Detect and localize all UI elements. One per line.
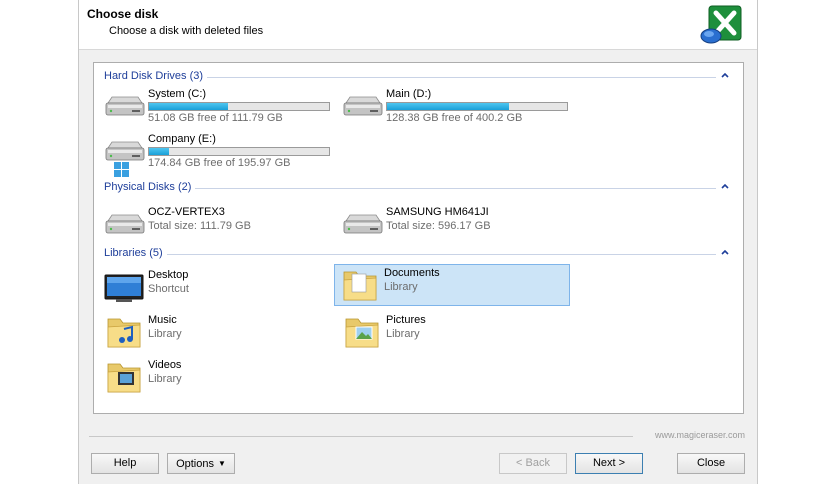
magic-eraser-logo-icon	[700, 5, 742, 44]
disk-list-panel: Hard Disk Drives (3) System (C:) 51.08 G…	[93, 62, 744, 414]
library-type: Shortcut	[148, 283, 189, 295]
drive-usage-bar	[148, 147, 330, 156]
group-divider	[104, 254, 716, 255]
physical-disk-samsung-hm641ji[interactable]: SAMSUNG HM641JI Total size: 596.17 GB	[336, 203, 572, 245]
library-type: Library	[384, 281, 418, 293]
close-button[interactable]: Close	[677, 453, 745, 474]
chevron-up-icon[interactable]	[720, 247, 730, 257]
folder-icon	[338, 268, 382, 302]
disk-name: OCZ-VERTEX3	[148, 206, 225, 218]
filecr-watermark	[102, 161, 144, 183]
library-item-desktop[interactable]: Desktop Shortcut	[98, 266, 334, 308]
hard-drive-icon	[102, 207, 146, 241]
filecr-logo-icon	[114, 162, 129, 177]
hard-drive-icon	[340, 89, 384, 123]
drive-usage-fill	[387, 103, 510, 110]
group-header-libraries[interactable]: Libraries (5)	[104, 247, 732, 261]
drive-name: Company (E:)	[148, 133, 216, 145]
next-button[interactable]: Next >	[575, 453, 643, 474]
library-item-pictures[interactable]: Pictures Library	[336, 311, 572, 353]
library-type: Library	[148, 328, 182, 340]
choose-disk-window: Choose disk Choose a disk with deleted f…	[78, 0, 758, 484]
disk-name: SAMSUNG HM641JI	[386, 206, 489, 218]
drive-item-main-d[interactable]: Main (D:) 128.38 GB free of 400.2 GB	[336, 85, 572, 127]
group-header-hard-disk-drives[interactable]: Hard Disk Drives (3)	[104, 70, 732, 84]
library-name: Videos	[148, 359, 182, 371]
group-header-physical-disks[interactable]: Physical Disks (2)	[104, 181, 732, 195]
music-folder-icon	[102, 315, 146, 349]
hard-drive-icon	[340, 207, 384, 241]
hard-drive-icon	[102, 89, 146, 123]
library-name: Desktop	[148, 269, 189, 281]
drive-name: System (C:)	[148, 88, 207, 100]
drive-usage-fill	[149, 148, 169, 155]
monitor-icon	[104, 274, 144, 302]
library-item-music[interactable]: Music Library	[98, 311, 334, 353]
dropdown-arrow-icon: ▼	[218, 459, 226, 468]
help-button[interactable]: Help	[91, 453, 159, 474]
page-subtitle: Choose a disk with deleted files	[109, 25, 264, 37]
chevron-up-icon[interactable]	[720, 181, 730, 191]
options-label: Options	[176, 458, 214, 470]
drive-usage-bar	[148, 102, 330, 111]
group-title: Hard Disk Drives (3)	[104, 70, 208, 82]
pictures-folder-icon	[340, 315, 384, 349]
library-type: Library	[148, 373, 182, 385]
drive-name: Main (D:)	[386, 88, 432, 100]
chevron-up-icon[interactable]	[720, 70, 730, 80]
website-label: www.magiceraser.com	[654, 430, 745, 440]
group-divider	[104, 188, 716, 189]
footer-divider	[89, 436, 633, 437]
group-title: Libraries (5)	[104, 247, 167, 259]
page-title: Choose disk	[87, 7, 159, 21]
library-name: Music	[148, 314, 177, 326]
disk-total-size: Total size: 596.17 GB	[386, 220, 491, 232]
physical-disk-ocz-vertex3[interactable]: OCZ-VERTEX3 Total size: 111.79 GB	[98, 203, 334, 245]
library-name: Documents	[384, 267, 440, 279]
drive-free-space: 174.84 GB free of 195.97 GB	[148, 157, 291, 169]
drive-free-space: 51.08 GB free of 111.79 GB	[148, 112, 283, 124]
library-type: Library	[386, 328, 420, 340]
drive-item-system-c[interactable]: System (C:) 51.08 GB free of 111.79 GB	[98, 85, 334, 127]
drive-usage-fill	[149, 103, 229, 110]
videos-folder-icon	[102, 360, 146, 394]
library-name: Pictures	[386, 314, 426, 326]
library-item-videos[interactable]: Videos Library	[98, 356, 334, 398]
wizard-header: Choose disk Choose a disk with deleted f…	[79, 0, 757, 50]
library-item-documents[interactable]: Documents Library	[334, 264, 570, 306]
disk-total-size: Total size: 111.79 GB	[148, 220, 251, 232]
options-button[interactable]: Options ▼	[167, 453, 235, 474]
drive-usage-bar	[386, 102, 568, 111]
drive-free-space: 128.38 GB free of 400.2 GB	[386, 112, 523, 124]
back-button[interactable]: < Back	[499, 453, 567, 474]
